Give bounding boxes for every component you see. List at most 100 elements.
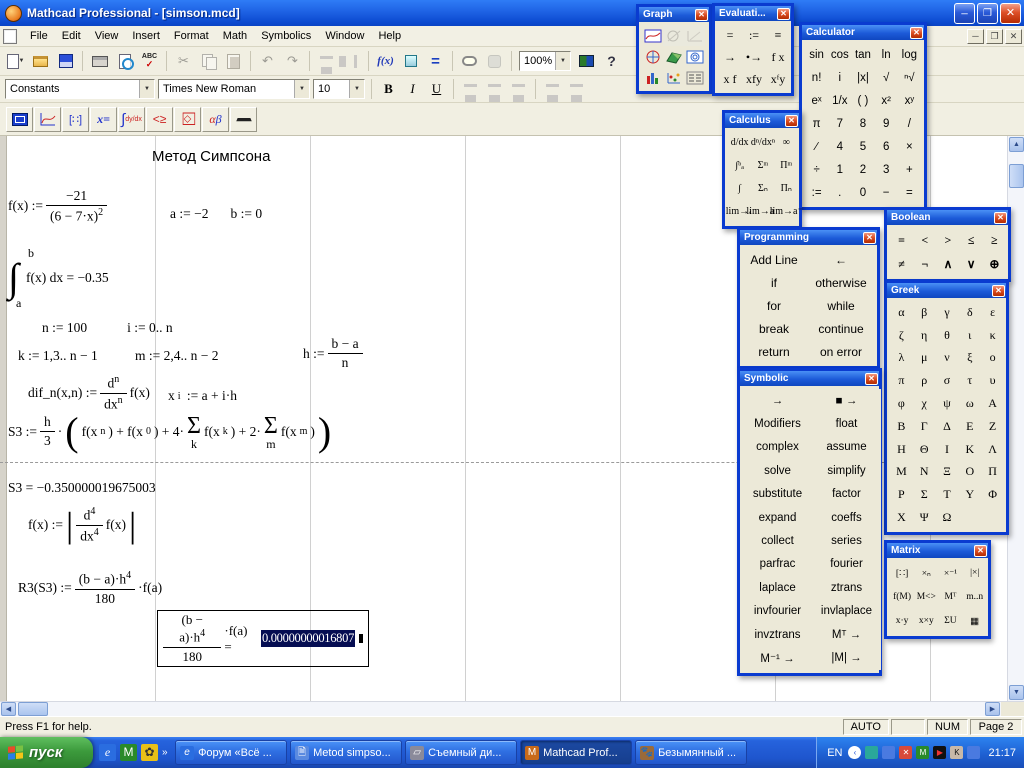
child-minimize-button[interactable]: ─ [967, 29, 984, 44]
greek-key[interactable]: Ι [936, 438, 959, 461]
calculator-key[interactable]: × [898, 135, 921, 158]
menu-item[interactable]: Format [167, 27, 216, 45]
calculator-key[interactable]: . [828, 181, 851, 204]
symbolic-close-icon[interactable] [865, 373, 878, 385]
boolean-key[interactable]: < [913, 228, 936, 252]
calculator-key[interactable]: ÷ [805, 158, 828, 181]
symbolic-key[interactable]: laplace [743, 576, 812, 599]
close-button[interactable] [1000, 3, 1021, 24]
restore-button[interactable] [977, 3, 998, 24]
symbolic-key[interactable]: assume [812, 436, 881, 459]
network-icon[interactable] [882, 746, 895, 759]
scatter3d-plot-icon[interactable] [663, 67, 684, 88]
greek-key[interactable]: Ν [913, 461, 936, 484]
calculator-key[interactable]: / [898, 112, 921, 135]
greek-key[interactable]: κ [981, 324, 1004, 347]
calculator-key[interactable]: 1 [828, 158, 851, 181]
symbolic-key[interactable]: complex [743, 436, 812, 459]
greek-key[interactable]: ο [981, 347, 1004, 370]
greek-key[interactable]: υ [981, 369, 1004, 392]
matrix-close-icon[interactable] [974, 545, 987, 557]
greek-key[interactable]: Ρ [890, 483, 913, 506]
greek-key[interactable]: Υ [958, 483, 981, 506]
scroll-up-button[interactable]: ▲ [1009, 137, 1024, 152]
symbolic-key[interactable]: ■ → [812, 389, 881, 412]
symbolic-key[interactable]: coeffs [812, 506, 881, 529]
symbolic-key[interactable]: collect [743, 529, 812, 552]
evaluation-key[interactable]: ≡ [766, 24, 790, 46]
start-button[interactable]: пуск [0, 737, 93, 768]
bold-button[interactable]: B [378, 79, 399, 100]
child-restore-button[interactable]: ❐ [986, 29, 1003, 44]
minimize-button[interactable] [954, 3, 975, 24]
align-right-icon[interactable] [508, 79, 529, 100]
symbolic-key[interactable]: series [812, 529, 881, 552]
symbolic-key[interactable]: expand [743, 506, 812, 529]
menu-item[interactable]: Symbolics [254, 27, 318, 45]
symbolic-key[interactable]: solve [743, 459, 812, 482]
greek-key[interactable]: Ε [958, 415, 981, 438]
child-close-button[interactable]: ✕ [1005, 29, 1022, 44]
insert-hyperlink-button[interactable] [458, 50, 481, 72]
region-dif[interactable]: dif_n(x,n) := dndxn f(x) [28, 374, 150, 412]
greek-key[interactable]: Η [890, 438, 913, 461]
print-preview-button[interactable] [113, 50, 136, 72]
align-left-icon[interactable] [460, 79, 481, 100]
underline-button[interactable]: U [426, 79, 447, 100]
calculator-close-icon[interactable] [910, 27, 923, 39]
calculator-key[interactable]: π [805, 112, 828, 135]
task-button-removable-disk[interactable]: ▱Съемный ди... [405, 740, 517, 765]
calculator-key[interactable]: ⁿ√ [898, 66, 921, 89]
calculator-key[interactable]: ( ) [851, 89, 874, 112]
programming-key[interactable]: Add Line [743, 248, 805, 271]
programming-key[interactable]: break [743, 317, 805, 340]
programming-key[interactable]: ← [805, 248, 877, 271]
greek-key[interactable]: σ [936, 369, 959, 392]
style-select[interactable]: Constants [5, 79, 155, 99]
symbolic-key[interactable]: factor [812, 483, 881, 506]
symbolic-key[interactable]: simplify [812, 459, 881, 482]
greek-key[interactable]: μ [913, 347, 936, 370]
greek-key[interactable]: θ [936, 324, 959, 347]
graph-palette-button[interactable] [34, 107, 61, 132]
greek-key[interactable]: Ξ [936, 461, 959, 484]
matrix-key[interactable]: Mᵀ [938, 585, 962, 609]
calculus-key[interactable]: dⁿ/dxⁿ [751, 131, 774, 154]
greek-key[interactable]: φ [890, 392, 913, 415]
print-button[interactable] [88, 50, 111, 72]
calculator-key[interactable]: x² [875, 89, 898, 112]
calculator-key[interactable]: sin [805, 43, 828, 66]
greek-palette-button[interactable]: αβ [202, 107, 229, 132]
boolean-key[interactable]: ≤ [960, 228, 983, 252]
font-size-dropdown-arrow[interactable] [349, 80, 364, 98]
calculator-key[interactable]: + [898, 158, 921, 181]
graph-close-icon[interactable] [695, 9, 708, 21]
calculator-key[interactable]: xʸ [898, 89, 921, 112]
matrix-key[interactable]: ΣU [938, 609, 962, 633]
align-regions-down-icon[interactable] [340, 50, 363, 72]
matrix-key[interactable]: ▦ [963, 609, 987, 633]
calculator-key[interactable]: log [898, 43, 921, 66]
menu-item[interactable]: Insert [125, 27, 167, 45]
programming-key[interactable]: if [743, 271, 805, 294]
boolean-palette-button[interactable]: <≥ [146, 107, 173, 132]
boolean-key[interactable]: > [936, 228, 959, 252]
surface-plot-icon[interactable] [663, 46, 684, 67]
programming-key[interactable]: otherwise [805, 271, 877, 294]
scroll-right-button[interactable]: ▶ [985, 702, 1000, 716]
calculator-key[interactable]: eˣ [805, 89, 828, 112]
symbolic-key[interactable]: float [812, 412, 881, 435]
calculator-key[interactable]: 6 [875, 135, 898, 158]
greek-key[interactable]: χ [913, 392, 936, 415]
cut-button[interactable]: ✂ [172, 50, 195, 72]
matrix-key[interactable]: f(M) [890, 585, 914, 609]
quick-launch-overflow-chevron[interactable]: » [162, 747, 168, 758]
boolean-key[interactable]: ⊕ [983, 252, 1006, 276]
evaluation-palette-button[interactable]: x= [90, 107, 117, 132]
matrix-key[interactable]: ×⁻¹ [938, 561, 962, 585]
calculus-key[interactable]: ∞ [775, 131, 798, 154]
insert-component-button[interactable] [483, 50, 506, 72]
calculator-key[interactable]: 7 [828, 112, 851, 135]
greek-key[interactable]: Δ [936, 415, 959, 438]
greek-key[interactable]: Β [890, 415, 913, 438]
